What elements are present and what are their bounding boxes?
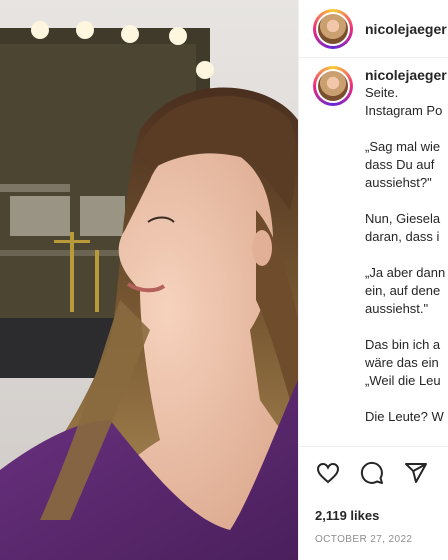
- caption-line: [365, 192, 447, 210]
- caption-line: „Ja aber dann: [365, 265, 446, 280]
- comment-icon[interactable]: [359, 460, 385, 486]
- caption-avatar[interactable]: [313, 66, 353, 106]
- caption-line: „Sag mal wie: [365, 139, 441, 154]
- caption-line: Nun, Giesela: [365, 211, 441, 226]
- caption-line: [365, 120, 447, 138]
- caption-line: aussiehst.": [365, 301, 429, 316]
- caption-line: dass Du auf: [365, 157, 435, 172]
- caption-line: Instagram Po: [365, 103, 443, 118]
- caption-row: nicolejaeger Seite. Instagram Po „Sag mal …: [313, 66, 448, 426]
- caption-line: daran, dass i: [365, 229, 440, 244]
- caption-line: Die Leute? W: [365, 409, 444, 424]
- caption-line: [365, 390, 447, 408]
- avatar-border: [316, 11, 350, 46]
- likes-count[interactable]: 2,119 likes: [315, 508, 379, 523]
- caption-line: wäre das ein: [365, 355, 439, 370]
- caption-body: Seite. Instagram Po „Sag mal wie dass Du au…: [365, 84, 447, 426]
- caption-line: aussiehst?": [365, 175, 432, 190]
- caption-username[interactable]: nicolejaeger: [365, 66, 447, 84]
- header-username[interactable]: nicolejaeger: [365, 21, 447, 37]
- caption-line: ein, auf dene: [365, 283, 441, 298]
- post-image: [0, 0, 298, 560]
- avatar-border: [316, 69, 350, 103]
- caption-line: [365, 318, 447, 336]
- avatar-image: [318, 71, 348, 101]
- post-photo[interactable]: [0, 0, 298, 560]
- avatar-image: [318, 13, 348, 44]
- post-actions: [315, 460, 429, 486]
- profile-avatar[interactable]: [313, 8, 353, 49]
- heart-icon[interactable]: [315, 460, 341, 486]
- caption-line: Das bin ich a: [365, 337, 441, 352]
- caption-area: nicolejaeger Seite. Instagram Po „Sag mal …: [313, 66, 448, 444]
- post-sidebar: nicolejaeger nicolejaeger Seite. Instagra…: [298, 0, 448, 560]
- divider: [299, 446, 448, 447]
- share-icon[interactable]: [403, 460, 429, 486]
- caption-line: [365, 246, 447, 264]
- caption-text: nicolejaeger Seite. Instagram Po „Sag mal …: [365, 66, 447, 426]
- caption-line: „Weil die Leu: [365, 373, 441, 388]
- post-header: nicolejaeger: [299, 0, 448, 58]
- caption-line: Seite.: [365, 85, 399, 100]
- post-date: OCTOBER 27, 2022: [315, 534, 413, 545]
